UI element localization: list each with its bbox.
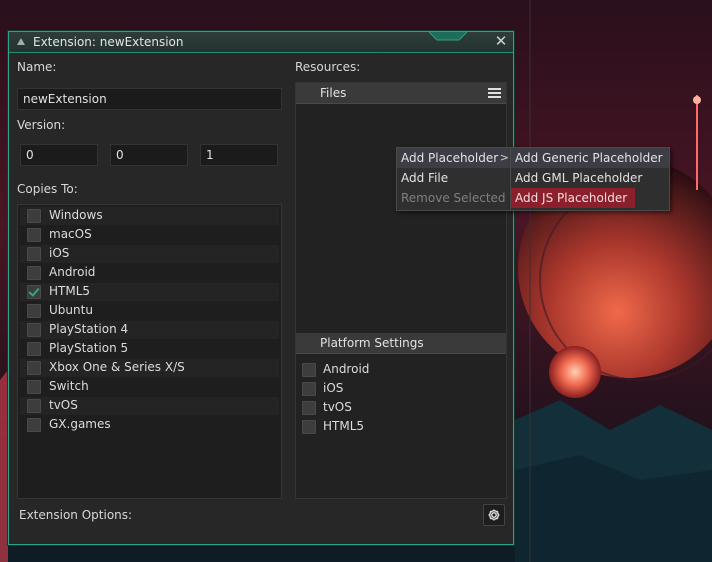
list-item-label: PlayStation 5 [49, 341, 129, 355]
list-item-label: PlayStation 4 [49, 322, 129, 336]
checkbox-gx-games[interactable] [27, 418, 41, 432]
extension-options-button[interactable] [483, 504, 505, 526]
copies-to-list: Windows macOS iOS Android HTML5 Ubuntu P… [17, 204, 282, 499]
placeholder-submenu: Add Generic Placeholder Add GML Placehol… [510, 147, 670, 211]
extension-window: Extension: newExtension ✕ Name: Version:… [8, 31, 514, 545]
checkbox-ubuntu[interactable] [27, 304, 41, 318]
version-label: Version: [17, 118, 66, 132]
checkbox-xbox[interactable] [27, 361, 41, 375]
list-item[interactable]: iOS [20, 245, 279, 263]
menu-item-add-placeholder[interactable]: Add Placeholder > [397, 148, 513, 168]
dock-notch-icon [429, 32, 467, 41]
menu-item-remove-selected: Remove Selected [401, 191, 506, 205]
list-item-label: Xbox One & Series X/S [49, 360, 185, 374]
platform-settings-label: Platform Settings [320, 336, 424, 350]
copies-to-label: Copies To: [17, 182, 78, 196]
list-item[interactable]: Ubuntu [20, 302, 279, 320]
files-context-menu: Add Placeholder > Add File Remove Select… [396, 147, 514, 211]
checkbox-playstation-5[interactable] [27, 342, 41, 356]
list-item-label: Switch [49, 379, 89, 393]
name-label: Name: [17, 60, 57, 74]
hamburger-menu-icon[interactable] [488, 88, 501, 98]
menu-item-add-generic-placeholder[interactable]: Add Generic Placeholder [511, 148, 669, 168]
platform-item[interactable]: tvOS [302, 399, 452, 417]
list-item-label: iOS [49, 246, 70, 260]
menu-item-add-js-placeholder[interactable]: Add JS Placeholder [511, 188, 635, 208]
checkbox-switch[interactable] [27, 380, 41, 394]
list-item[interactable]: PlayStation 4 [20, 321, 279, 339]
name-input[interactable] [17, 88, 282, 110]
checkbox-macos[interactable] [27, 228, 41, 242]
menu-item-add-gml-placeholder[interactable]: Add GML Placeholder [511, 168, 669, 188]
platform-item-label: tvOS [323, 400, 352, 414]
checkbox-platform-ios[interactable] [302, 382, 316, 396]
checkbox-playstation-4[interactable] [27, 323, 41, 337]
checkbox-html5[interactable] [27, 285, 41, 299]
list-item-label: macOS [49, 227, 92, 241]
platform-settings-header[interactable]: Platform Settings [296, 333, 506, 354]
list-item[interactable]: macOS [20, 226, 279, 244]
list-item-label: Windows [49, 208, 103, 222]
list-item-label: tvOS [49, 398, 78, 412]
close-icon[interactable]: ✕ [494, 34, 508, 49]
collapse-triangle-icon[interactable] [17, 38, 25, 45]
platform-item[interactable]: Android [302, 361, 452, 379]
platform-item[interactable]: iOS [302, 380, 452, 398]
files-header[interactable]: Files [296, 83, 506, 104]
chevron-right-icon: > [499, 151, 509, 164]
version-minor-input[interactable] [110, 144, 188, 166]
list-item-label: GX.games [49, 417, 111, 431]
platform-item-label: HTML5 [323, 419, 365, 433]
checkbox-ios[interactable] [27, 247, 41, 261]
window-titlebar[interactable]: Extension: newExtension ✕ [9, 32, 513, 53]
list-item[interactable]: Android [20, 264, 279, 282]
files-list[interactable] [296, 104, 506, 331]
list-item[interactable]: Switch [20, 378, 279, 396]
platform-item-label: Android [323, 362, 370, 376]
version-patch-input[interactable] [200, 144, 278, 166]
list-item[interactable]: Windows [20, 207, 279, 225]
window-title: Extension: newExtension [33, 35, 184, 49]
list-item-label: Ubuntu [49, 303, 93, 317]
checkbox-platform-tvos[interactable] [302, 401, 316, 415]
menu-item-add-file[interactable]: Add File [397, 168, 513, 188]
resources-label: Resources: [295, 60, 361, 74]
version-major-input[interactable] [20, 144, 98, 166]
list-item-label: Android [49, 265, 96, 279]
checkbox-android[interactable] [27, 266, 41, 280]
extension-options-label: Extension Options: [19, 508, 133, 522]
platform-item[interactable]: HTML5 [302, 418, 452, 436]
list-item[interactable]: GX.games [20, 416, 279, 434]
list-item-label: HTML5 [49, 284, 91, 298]
list-item[interactable]: PlayStation 5 [20, 340, 279, 358]
list-item[interactable]: HTML5 [20, 283, 279, 301]
gear-icon [488, 509, 500, 521]
checkbox-platform-android[interactable] [302, 363, 316, 377]
checkbox-platform-html5[interactable] [302, 420, 316, 434]
platform-item-label: iOS [323, 381, 344, 395]
checkbox-windows[interactable] [27, 209, 41, 223]
files-header-label: Files [320, 86, 347, 100]
checkbox-tvos[interactable] [27, 399, 41, 413]
resources-panel: Files Platform Settings Android iOS tvOS… [295, 82, 507, 499]
list-item[interactable]: tvOS [20, 397, 279, 415]
list-item[interactable]: Xbox One & Series X/S [20, 359, 279, 377]
